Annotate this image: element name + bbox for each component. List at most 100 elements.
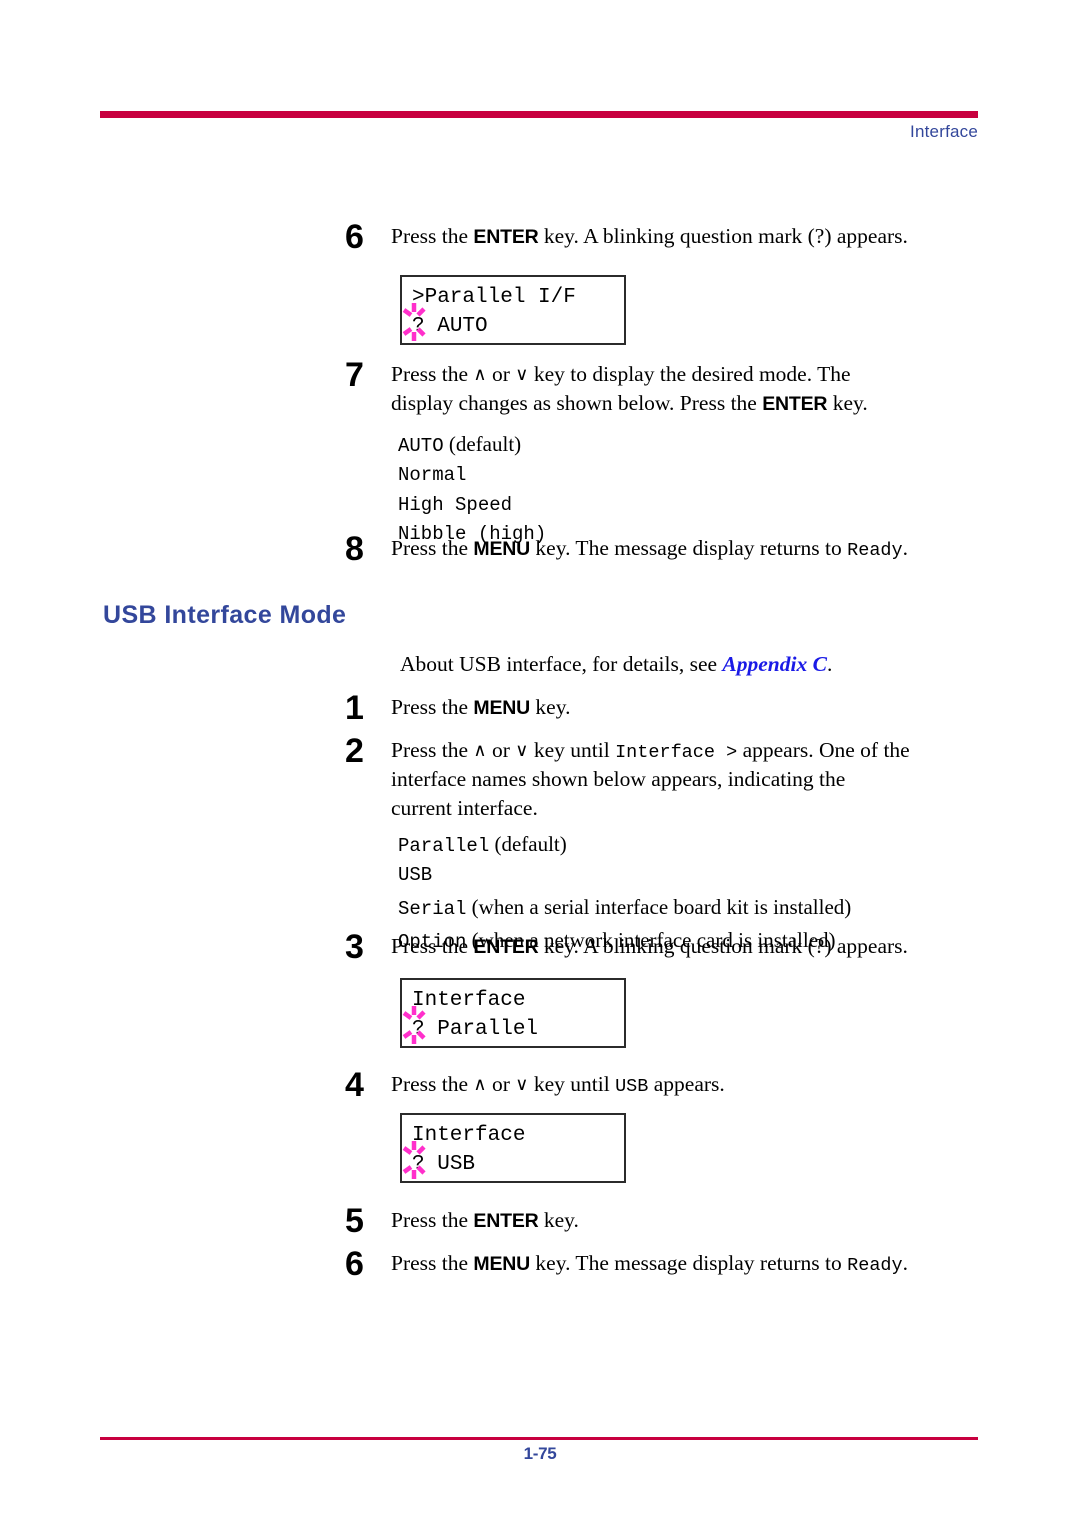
option-value: AUTO	[398, 435, 444, 457]
step-text-part: Press the	[391, 1072, 474, 1096]
step-text-part: key.	[530, 695, 571, 719]
lcd-line-1: >Parallel I/F	[412, 286, 576, 309]
blinking-cursor-group: ?	[402, 1005, 426, 1045]
intro-text-before: About USB interface, for details, see	[400, 652, 723, 676]
intro-text-after: .	[826, 652, 833, 676]
appendix-c-link[interactable]: Appendix C	[722, 652, 827, 676]
status-text-ready: Ready	[847, 540, 903, 561]
step-parallel-6: 6 Press the ENTER key. A blinking questi…	[345, 220, 911, 254]
key-label-menu: MENU	[473, 697, 531, 719]
step-text-part: .	[902, 1251, 908, 1275]
lcd-line-2-text: Parallel	[424, 1017, 539, 1041]
menu-path-interface: Interface >	[615, 742, 738, 763]
step-usb-6: 6 Press the MENU key. The message displa…	[345, 1245, 911, 1283]
step-text-part: Press the	[391, 1251, 474, 1275]
lcd-display-parallel-auto: >Parallel I/F ? AUTO	[400, 275, 626, 345]
option-value: USB	[398, 864, 433, 887]
key-label-enter: ENTER	[473, 226, 539, 248]
step-number: 8	[345, 530, 364, 568]
blinking-cursor-group: ?	[402, 1140, 426, 1180]
lcd-line-1: Interface	[412, 989, 526, 1012]
step-text-part: appears.	[648, 1072, 725, 1096]
key-label-menu: MENU	[473, 538, 531, 560]
step-text-part: Press the	[391, 1208, 474, 1232]
step-text: Press the ENTER key.	[391, 1206, 911, 1235]
step-text: Press the MENU key.	[391, 693, 911, 722]
step-text: Press the MENU key. The message display …	[391, 1249, 911, 1278]
step-usb-5: 5 Press the ENTER key.	[345, 1202, 911, 1240]
step-text-part: Press the	[391, 695, 474, 719]
step-text-part: key until	[528, 1072, 616, 1096]
lcd-cursor-char: ?	[412, 314, 425, 338]
step-text: Press the ∧ or ∨ key until Interface > a…	[391, 736, 911, 824]
step-text-part: Press the	[391, 738, 474, 762]
option-note: (when a serial interface board kit is in…	[466, 894, 852, 919]
step-number: 5	[345, 1202, 364, 1240]
up-arrow-key-icon: ∧	[473, 740, 487, 761]
up-arrow-key-icon: ∧	[473, 1074, 487, 1095]
up-arrow-key-icon: ∧	[473, 364, 487, 385]
option-note: (default)	[489, 832, 567, 856]
page-title: USB Interface Mode	[103, 601, 347, 629]
header-rule	[100, 111, 978, 118]
parallel-mode-option-list: AUTO (default) Normal High Speed Nibble …	[398, 428, 546, 550]
step-text-part: key. The message display returns to	[530, 536, 848, 560]
step-usb-4: 4 Press the ∧ or ∨ key until USB appears…	[345, 1066, 911, 1104]
step-number: 3	[345, 928, 364, 966]
step-number: 7	[345, 356, 364, 394]
lcd-line-2: ? Parallel	[402, 1005, 624, 1045]
list-item: Serial (when a serial interface board ki…	[398, 891, 851, 924]
step-text-part: key.	[827, 391, 868, 416]
step-text-part: Press the	[391, 934, 474, 958]
step-usb-3: 3 Press the ENTER key. A blinking questi…	[345, 928, 911, 966]
option-value-usb: USB	[615, 1076, 649, 1097]
status-text-ready: Ready	[847, 1255, 903, 1276]
lcd-cursor-char: ?	[412, 1017, 425, 1041]
step-text-part: or	[486, 362, 516, 386]
step-text-part: key. The message display returns to	[530, 1251, 848, 1275]
step-text: Press the ∧ or ∨ key to display the desi…	[391, 360, 911, 418]
list-item: AUTO (default)	[398, 428, 546, 461]
step-parallel-8: 8 Press the MENU key. The message displa…	[345, 530, 911, 568]
down-arrow-key-icon: ∨	[515, 364, 529, 385]
document-page: Interface 6 Press the ENTER key. A blink…	[0, 0, 1080, 1528]
step-text-part: Press the	[391, 536, 474, 560]
option-value: High Speed	[398, 493, 513, 516]
down-arrow-key-icon: ∨	[515, 740, 529, 761]
list-item: USB	[398, 861, 851, 890]
key-label-enter: ENTER	[762, 393, 828, 416]
step-number: 6	[345, 1245, 364, 1283]
lcd-line-2-text: USB	[424, 1152, 476, 1176]
list-item: Normal	[398, 461, 546, 490]
down-arrow-key-icon: ∨	[515, 1074, 529, 1095]
option-value: Serial	[398, 897, 467, 920]
lcd-display-interface-parallel: Interface ? Parallel	[400, 978, 626, 1048]
list-item: Parallel (default)	[398, 828, 851, 861]
list-item: High Speed	[398, 491, 546, 520]
key-label-menu: MENU	[473, 1253, 531, 1275]
step-text-part: or	[486, 1072, 516, 1096]
lcd-cursor-char: ?	[412, 1152, 425, 1176]
step-usb-1: 1 Press the MENU key.	[345, 689, 911, 727]
key-label-enter: ENTER	[473, 1210, 539, 1232]
footer-rule	[100, 1437, 978, 1440]
step-text-part: Press the	[391, 224, 474, 248]
step-parallel-7: 7 Press the ∧ or ∨ key to display the de…	[345, 356, 911, 418]
step-number: 1	[345, 689, 364, 727]
page-number: 1-75	[523, 1444, 557, 1463]
step-text-part: key until	[528, 738, 616, 762]
header-chapter-label: Interface	[910, 122, 978, 141]
step-text-part: key. A blinking question mark (?) appear…	[538, 224, 908, 248]
option-value: Normal	[398, 464, 467, 487]
option-value: Parallel	[398, 835, 490, 857]
lcd-line-2-text: AUTO	[424, 314, 488, 338]
lcd-line-2: ? USB	[402, 1140, 624, 1180]
option-note: (default)	[443, 432, 522, 456]
step-usb-2: 2 Press the ∧ or ∨ key until Interface >…	[345, 734, 911, 824]
step-text: Press the MENU key. The message display …	[391, 534, 911, 563]
key-label-enter: ENTER	[473, 936, 539, 958]
intro-paragraph: About USB interface, for details, see Ap…	[400, 652, 832, 677]
step-text-part: or	[486, 738, 516, 762]
step-number: 4	[345, 1066, 364, 1104]
lcd-display-interface-usb: Interface ? USB	[400, 1113, 626, 1183]
